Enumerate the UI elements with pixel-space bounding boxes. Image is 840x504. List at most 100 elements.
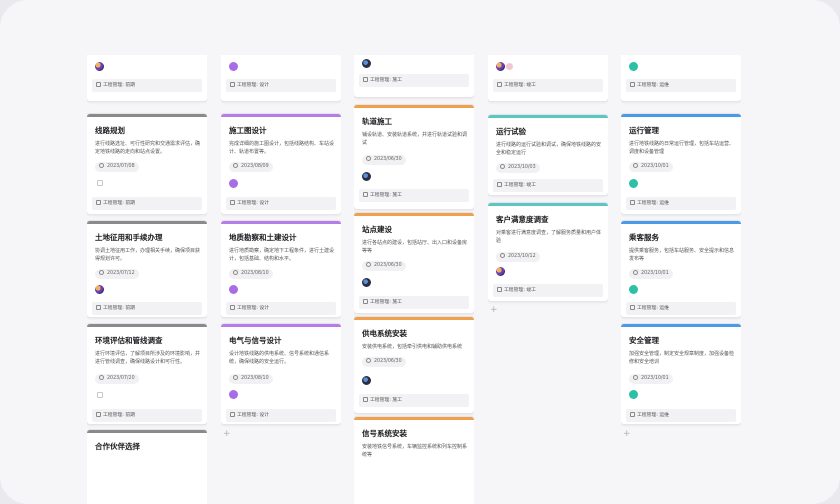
task-description: 设计地铁线路的供电系统、信号系统和通信系统，确保线路的安全运行。 (229, 351, 330, 365)
task-description: 进行各站点的建设，包括站厅、出入口和设备房等等 (362, 240, 468, 254)
task-card[interactable]: 运行管理 进行地铁线路的日常运行管理，包括车站运营、调度和设备管理 2023/1… (621, 114, 741, 214)
task-card[interactable]: 施工图设计 完成详细的施工图设计，包括线路结构、车站设计、轨道布置等。 2023… (221, 114, 341, 214)
folder-icon (96, 81, 101, 87)
folder-icon (96, 411, 101, 417)
due-date: 2023/10/12 (496, 252, 540, 262)
task-title: 信号系统安装 (362, 429, 407, 438)
folder-icon (230, 411, 235, 417)
task-description: 进行地质勘察，确定地下工程条件，进行土建设计，包括基础、结构和水平。 (229, 248, 335, 262)
task-tag: 工程管理: 设计 (226, 79, 336, 92)
avatar (362, 172, 371, 181)
folder-icon (96, 304, 101, 310)
add-card-button[interactable]: + (490, 305, 498, 315)
task-card[interactable]: 乘客服务 提供乘客服务，包括车站服务、安全提示和信息发布等 2023/10/01… (621, 221, 741, 317)
due-date: 2023/08/09 (229, 162, 273, 172)
folder-icon (630, 304, 635, 310)
avatar (362, 59, 371, 68)
task-description: 进行地铁线路的日常运行管理，包括车站运营、调度和设备管理 (629, 141, 735, 155)
task-tag: 工程管理: 前期 (92, 79, 202, 92)
checkbox-icon[interactable] (97, 392, 103, 398)
task-card[interactable]: 信号系统安装 安装地铁信号系统，车辆监控系统和列车控制系统等 (354, 417, 474, 504)
task-description: 对乘客进行满意度调查，了解服务质量和用户体验 (496, 230, 602, 244)
checkbox-icon[interactable] (97, 180, 103, 186)
folder-icon (230, 199, 235, 205)
calendar-icon (366, 357, 371, 363)
avatar (506, 63, 513, 70)
calendar-icon (99, 269, 104, 275)
calendar-icon (633, 162, 638, 168)
task-description: 完成详细的施工图设计，包括线路结构、车站设计、轨道布置等。 (229, 141, 335, 155)
task-card[interactable]: 工程管理: 设计 (221, 55, 341, 101)
task-card[interactable]: 工程管理: 前期 (87, 55, 207, 101)
due-date: 2023/06/30 (362, 261, 406, 271)
folder-icon (96, 199, 101, 205)
task-card[interactable]: 地质勘察和土建设计 进行地质勘察，确定地下工程条件，进行土建设计，包括基础、结构… (221, 221, 341, 317)
task-description: 提供乘客服务，包括车站服务、安全提示和信息发布等 (629, 248, 735, 262)
avatar (95, 62, 104, 71)
app-frame: 工程管理: 前期 线路规划 进行线路选址、可行性研究和交通需求评估，确定地铁线路… (0, 0, 840, 504)
avatar (496, 267, 505, 276)
task-tag: 工程管理: 设计 (226, 409, 336, 422)
kanban-column-construction: 工程管理: 施工 轨道施工 铺设轨道、安装轨道系统，并进行轨道试验和调试 202… (354, 55, 474, 504)
task-tag: 工程管理: 前期 (92, 409, 202, 422)
folder-icon (230, 81, 235, 87)
folder-icon (630, 81, 635, 87)
task-card[interactable]: 供电系统安装 安装供电系统，包括牵引供电和辅助供电系统 2023/06/30 工… (354, 317, 474, 413)
avatar (229, 62, 238, 71)
task-card[interactable]: 工程管理: 施工 (354, 55, 474, 97)
kanban-column-completion: 工程管理: 竣工 运行试验 进行线路的运行试验和调试，确保地铁线路的安全和稳定运… (488, 55, 608, 504)
avatar (629, 62, 638, 71)
due-date: 2023/08/10 (229, 269, 273, 279)
folder-icon (497, 286, 502, 292)
task-description: 协调土地征用工作，办理相关手续，确保项目获得规划许可。 (95, 248, 201, 262)
task-tag: 工程管理: 前期 (92, 302, 202, 315)
avatar (229, 390, 238, 399)
task-title: 客户满意度调查 (496, 215, 549, 224)
calendar-icon (233, 269, 238, 275)
due-date: 2023/06/30 (362, 155, 406, 165)
task-title: 运行管理 (629, 126, 659, 135)
avatar (629, 179, 638, 188)
task-card[interactable]: 土地征用和手续办理 协调土地征用工作，办理相关手续，确保项目获得规划许可。 20… (87, 221, 207, 317)
task-tag: 工程管理: 竣工 (493, 179, 603, 192)
task-card[interactable]: 电气与信号设计 设计地铁线路的供电系统、信号系统和通信系统，确保线路的安全运行。… (221, 324, 341, 424)
task-card[interactable]: 工程管理: 竣工 (488, 55, 608, 101)
kanban-column-operations: 工程管理: 运维 运行管理 进行地铁线路的日常运行管理，包括车站运营、调度和设备… (621, 55, 741, 504)
calendar-icon (233, 162, 238, 168)
task-card[interactable]: 工程管理: 运维 (621, 55, 741, 101)
due-date: 2023/10/03 (496, 163, 540, 173)
folder-icon (230, 304, 235, 310)
due-date: 2023/07/08 (95, 162, 139, 172)
avatar (95, 285, 104, 294)
task-description: 加强安全管理，制定安全规章制度，加强设备检修和安全培训 (629, 351, 735, 365)
task-title: 施工图设计 (229, 126, 267, 135)
task-tag: 工程管理: 施工 (359, 296, 469, 309)
task-card[interactable]: 安全管理 加强安全管理，制定安全规章制度，加强设备检修和安全培训 2023/10… (621, 324, 741, 424)
task-description: 铺设轨道、安装轨道系统，并进行轨道试验和调试 (362, 132, 468, 146)
avatar (229, 179, 238, 188)
kanban-board: 工程管理: 前期 线路规划 进行线路选址、可行性研究和交通需求评估，确定地铁线路… (0, 55, 840, 504)
folder-icon (363, 298, 368, 304)
calendar-icon (99, 162, 104, 168)
add-card-button[interactable]: + (623, 429, 631, 439)
add-card-button[interactable]: + (223, 429, 231, 439)
task-title: 环境评估和管线调查 (95, 336, 163, 345)
task-card[interactable]: 合作伙伴选择 (87, 430, 207, 504)
avatar (362, 278, 371, 287)
task-card[interactable]: 运行试验 进行线路的运行试验和调试，确保地铁线路的安全和稳定运行 2023/10… (488, 115, 608, 195)
task-card[interactable]: 站点建设 进行各站点的建设，包括站厅、出入口和设备房等等 2023/06/30 … (354, 213, 474, 313)
due-date: 2023/08/10 (229, 374, 273, 384)
task-card[interactable]: 线路规划 进行线路选址、可行性研究和交通需求评估，确定地铁线路的走向和站点设置。… (87, 114, 207, 214)
task-title: 乘客服务 (629, 233, 659, 242)
task-card[interactable]: 客户满意度调查 对乘客进行满意度调查，了解服务质量和用户体验 2023/10/1… (488, 203, 608, 301)
task-card[interactable]: 轨道施工 铺设轨道、安装轨道系统，并进行轨道试验和调试 2023/06/30 工… (354, 105, 474, 209)
task-title: 线路规划 (95, 126, 125, 135)
task-title: 地质勘察和土建设计 (229, 233, 297, 242)
task-title: 供电系统安装 (362, 329, 407, 338)
calendar-icon (366, 155, 371, 161)
task-description: 安装供电系统，包括牵引供电和辅助供电系统 (362, 344, 463, 350)
task-tag: 工程管理: 前期 (92, 197, 202, 210)
due-date: 2023/06/30 (362, 357, 406, 367)
task-card[interactable]: 环境评估和管线调查 进行环境评估，了解项目所涉及的环境影响，并进行管线调查，确保… (87, 324, 207, 424)
task-tag: 工程管理: 运维 (626, 302, 736, 315)
